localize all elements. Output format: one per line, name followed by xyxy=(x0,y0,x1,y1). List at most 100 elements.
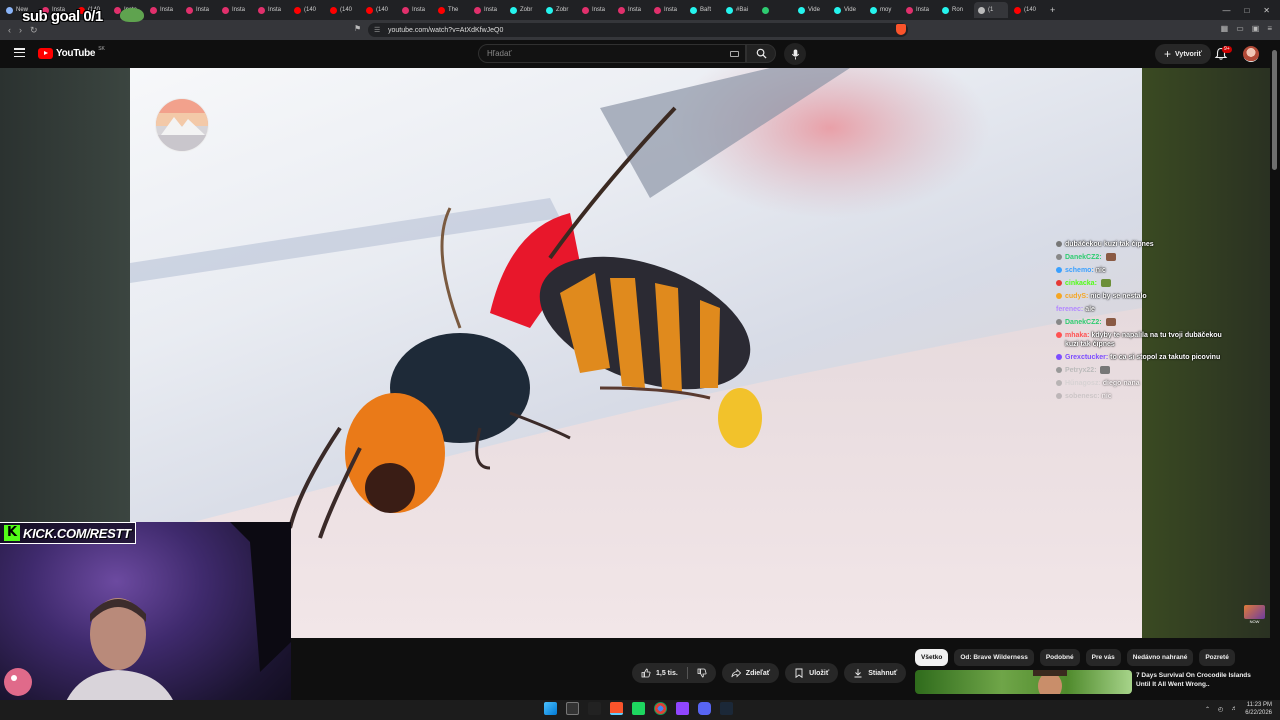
minimize-icon[interactable]: — xyxy=(1222,6,1230,15)
tab-favicon-icon xyxy=(510,6,517,14)
filter-chip[interactable]: Podobné xyxy=(1039,649,1080,666)
browser-tab[interactable]: Insta xyxy=(254,2,288,18)
browser-tab[interactable]: Insta xyxy=(398,2,432,18)
filter-chip[interactable]: Pozreté xyxy=(1199,649,1235,666)
share-button[interactable]: Zdieľať xyxy=(721,663,780,683)
tab-label: Zobr xyxy=(520,7,533,13)
spreadsheet-app-icon[interactable] xyxy=(632,702,645,715)
browser-tab[interactable]: Bařt xyxy=(686,2,720,18)
brave-shields-icon[interactable] xyxy=(896,24,906,35)
taskbar-apps xyxy=(544,702,733,715)
browser-tab[interactable]: (140 xyxy=(326,2,360,18)
chat-badge-icon xyxy=(1056,380,1062,386)
clock-time: 11:23 PM xyxy=(1246,702,1272,708)
twitch-icon[interactable] xyxy=(676,702,689,715)
dislike-button[interactable] xyxy=(688,663,716,683)
tab-label: Insta xyxy=(592,7,606,13)
translate-icon[interactable]: ▦ xyxy=(1221,24,1229,33)
thumbs-down-icon xyxy=(697,668,707,678)
chrome-icon[interactable] xyxy=(654,702,667,715)
search-input[interactable] xyxy=(487,49,717,58)
page-scrollbar[interactable] xyxy=(1270,40,1280,700)
new-tab-button[interactable]: + xyxy=(1046,2,1080,18)
task-view-icon[interactable] xyxy=(566,702,579,715)
site-info-icon[interactable]: ☰ xyxy=(374,26,380,34)
share-arrow-icon xyxy=(731,668,741,678)
wallet-icon[interactable]: ▣ xyxy=(1252,24,1260,33)
browser-tab[interactable]: Ron xyxy=(938,2,972,18)
browser-tab[interactable]: (1 xyxy=(974,2,1008,18)
browser-tab[interactable]: Vide xyxy=(794,2,828,18)
reload-icon[interactable]: ↻ xyxy=(30,25,38,36)
browser-tab[interactable]: (140 xyxy=(290,2,324,18)
steam-icon[interactable] xyxy=(720,702,733,715)
bookmark-icon[interactable]: ⚑ xyxy=(354,24,361,33)
url-field[interactable]: ☰ youtube.com/watch?v=AtXdKfwJeQ0 xyxy=(368,23,908,37)
browser-tab[interactable] xyxy=(758,2,792,18)
browser-tab[interactable]: Insta xyxy=(902,2,936,18)
browser-tab[interactable]: (140 xyxy=(1010,2,1044,18)
like-button[interactable]: 1,5 tis. xyxy=(632,663,687,683)
keyboard-icon[interactable] xyxy=(730,51,739,57)
app-icon[interactable] xyxy=(588,702,601,715)
filter-chip[interactable]: Pre vás xyxy=(1085,649,1121,666)
url-text: youtube.com/watch?v=AtXdKfwJeQ0 xyxy=(388,26,504,34)
region-code: SK xyxy=(98,45,105,52)
browser-tab[interactable]: Insta xyxy=(650,2,684,18)
search-box xyxy=(478,44,746,63)
chat-badge-icon xyxy=(1056,254,1062,260)
search-button[interactable] xyxy=(746,44,776,63)
browser-tab[interactable]: Vide xyxy=(830,2,864,18)
close-icon[interactable]: ✕ xyxy=(1263,6,1270,15)
scrollbar-thumb[interactable] xyxy=(1272,50,1277,170)
maximize-icon[interactable]: □ xyxy=(1244,6,1249,15)
sidebar-icon[interactable]: ▭ xyxy=(1236,24,1244,33)
youtube-play-icon xyxy=(38,48,53,59)
browser-tab[interactable]: Insta xyxy=(614,2,648,18)
wifi-icon[interactable]: ◴ xyxy=(1218,706,1223,713)
browser-tab[interactable]: Insta xyxy=(182,2,216,18)
chat-message-body: schemo: nic xyxy=(1065,266,1106,275)
browser-tab[interactable]: Zobr xyxy=(506,2,540,18)
system-clock[interactable]: 11:23 PM 6/22/2026 xyxy=(1245,701,1272,717)
download-button[interactable]: Stiahnuť xyxy=(844,663,907,683)
chat-message-body: dubäčekou kuzi tak čipnes xyxy=(1065,240,1154,249)
browser-tab[interactable]: The xyxy=(434,2,468,18)
back-icon[interactable]: ‹ xyxy=(8,25,11,36)
create-button[interactable]: + Vytvoriť xyxy=(1155,44,1211,64)
menu-icon[interactable]: ≡ xyxy=(1267,24,1272,33)
brave-browser-icon[interactable] xyxy=(610,702,623,715)
browser-tab[interactable]: (140 xyxy=(362,2,396,18)
discord-icon[interactable] xyxy=(698,702,711,715)
filter-chip[interactable]: Všetko xyxy=(915,649,949,666)
recommended-video-title[interactable]: 7 Days Survival On Crocodile Islands Unt… xyxy=(1136,671,1266,689)
tab-favicon-icon xyxy=(582,6,589,14)
browser-tab[interactable]: Zobr xyxy=(542,2,576,18)
filter-chip[interactable]: Nedávno nahrané xyxy=(1126,649,1194,666)
browser-tab[interactable]: #Bai xyxy=(722,2,756,18)
share-label: Zdieľať xyxy=(745,669,771,677)
chat-badge-icon xyxy=(1056,241,1062,247)
browser-tab[interactable]: Insta xyxy=(218,2,252,18)
tray-chevron-icon[interactable]: ⌃ xyxy=(1205,706,1210,713)
filter-chip[interactable]: Od: Brave Wilderness xyxy=(954,649,1034,666)
chat-message-body: DanekCZ2: xyxy=(1065,253,1116,262)
guide-menu-icon[interactable] xyxy=(14,48,25,57)
account-avatar[interactable] xyxy=(1243,46,1259,62)
windows-start-icon[interactable] xyxy=(544,702,557,715)
tab-favicon-icon xyxy=(6,6,13,14)
browser-tab[interactable]: Insta xyxy=(578,2,612,18)
volume-icon[interactable]: ♬ xyxy=(1231,706,1237,712)
browser-tab[interactable]: moy xyxy=(866,2,900,18)
tab-label: Bařt xyxy=(700,7,712,13)
kick-url-banner: K KICK.COM/RESTT xyxy=(0,522,136,544)
youtube-logo[interactable]: YouTube SK xyxy=(38,45,105,59)
recommended-video-thumbnail[interactable] xyxy=(915,670,1132,694)
forward-icon[interactable]: › xyxy=(19,25,22,36)
browser-tab[interactable]: Insta xyxy=(470,2,504,18)
channel-watermark[interactable] xyxy=(155,98,209,152)
tab-label: Insta xyxy=(412,7,426,13)
voice-search-button[interactable] xyxy=(784,43,806,65)
browser-tab[interactable]: Insta xyxy=(146,2,180,18)
save-button[interactable]: Uložiť xyxy=(785,663,839,683)
